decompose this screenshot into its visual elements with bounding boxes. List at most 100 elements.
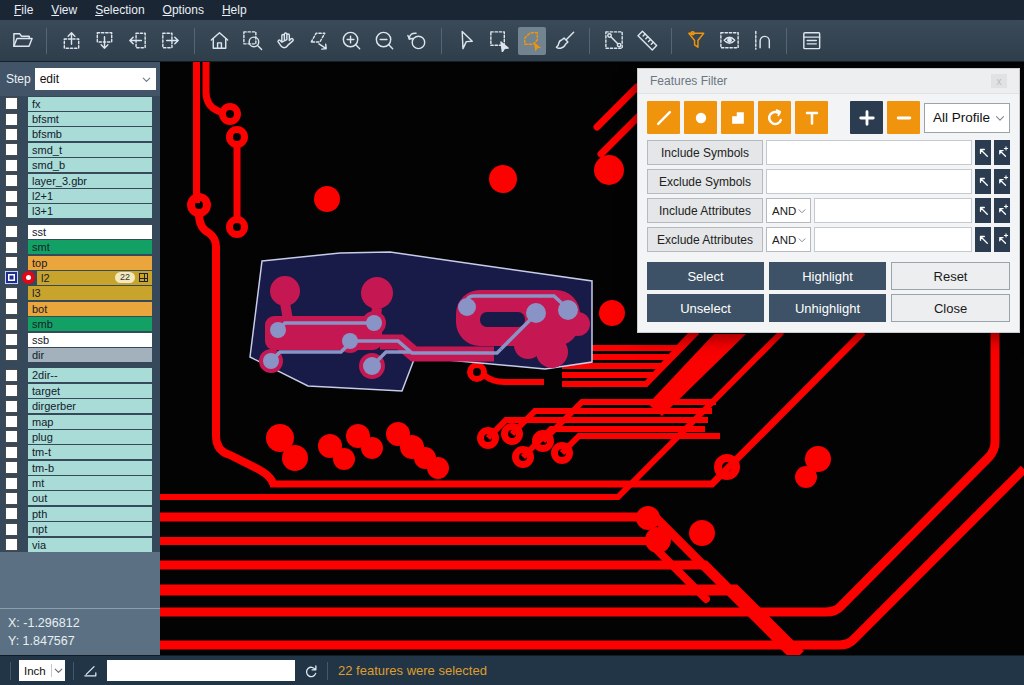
pick-add-from-graphic-button[interactable] <box>994 198 1010 223</box>
layer-row-bot[interactable]: bot <box>0 301 160 316</box>
layer-row-l3+1[interactable]: l3+1 <box>0 204 160 219</box>
filter-input[interactable] <box>766 169 972 194</box>
layer-row-map[interactable]: map <box>0 414 160 429</box>
layer-checkbox[interactable] <box>5 174 18 187</box>
layer-checkbox[interactable] <box>5 333 18 346</box>
layer-row-fx[interactable]: fx <box>0 96 160 111</box>
layer-name[interactable]: bfsmb <box>28 127 152 141</box>
arc-tool-button[interactable] <box>758 101 791 134</box>
layer-checkbox[interactable] <box>5 507 18 520</box>
layer-row-top[interactable]: top <box>0 255 160 270</box>
unhighlight-button[interactable]: Unhighlight <box>769 294 886 322</box>
layer-name[interactable]: l2+1 <box>28 189 152 203</box>
layer-checkbox[interactable] <box>5 241 18 254</box>
layer-row-plug[interactable]: plug <box>0 429 160 444</box>
layer-name[interactable]: l3+1 <box>28 204 152 218</box>
home-button[interactable] <box>205 27 233 55</box>
filter-label-button[interactable]: Include Attributes <box>647 198 763 223</box>
layer-name[interactable]: tm-t <box>28 445 152 459</box>
layer-row-smd_t[interactable]: smd_t <box>0 142 160 157</box>
layer-checkbox[interactable] <box>5 287 18 300</box>
zoom-previous-button[interactable] <box>403 27 431 55</box>
zoom-polygon-button[interactable] <box>304 27 332 55</box>
layer-row-2dir--[interactable]: 2dir-- <box>0 368 160 383</box>
layer-name[interactable]: target <box>28 384 152 398</box>
layer-row-tm-b[interactable]: tm-b <box>0 460 160 475</box>
layer-row-target[interactable]: target <box>0 383 160 398</box>
layer-name[interactable]: out <box>28 491 152 505</box>
layer-name[interactable]: l3 <box>28 286 152 300</box>
layer-name[interactable]: fx <box>28 97 152 111</box>
menu-view[interactable]: View <box>43 1 87 19</box>
layer-row-dirgerber[interactable]: dirgerber <box>0 398 160 413</box>
view-profile-button[interactable] <box>715 27 743 55</box>
layer-name[interactable]: l222 <box>37 271 152 285</box>
zoom-area-button[interactable] <box>238 27 266 55</box>
remove-tool-button[interactable] <box>887 101 920 134</box>
move-right-button[interactable] <box>156 27 184 55</box>
move-down-button[interactable] <box>90 27 118 55</box>
select-polygon-button[interactable] <box>518 27 546 55</box>
layer-checkbox[interactable] <box>5 446 18 459</box>
layer-row-smt[interactable]: smt <box>0 240 160 255</box>
layer-checkbox[interactable] <box>5 113 18 126</box>
menu-options[interactable]: Options <box>155 1 214 19</box>
filter-button[interactable] <box>682 27 710 55</box>
layer-checkbox[interactable] <box>5 538 18 551</box>
layer-checkbox[interactable] <box>5 271 18 284</box>
layer-row-layer_3.gbr[interactable]: layer_3.gbr <box>0 173 160 188</box>
ruler-button[interactable] <box>633 27 661 55</box>
filter-label-button[interactable]: Exclude Attributes <box>647 227 763 252</box>
layer-name[interactable]: smd_b <box>28 158 152 172</box>
layer-name[interactable]: smd_t <box>28 143 152 157</box>
select-rect-button[interactable] <box>485 27 513 55</box>
layer-row-bfsmb[interactable]: bfsmb <box>0 127 160 142</box>
layer-name[interactable]: bfsmt <box>28 112 152 126</box>
layer-row-l3[interactable]: l3 <box>0 286 160 301</box>
layer-checkbox[interactable] <box>5 205 18 218</box>
filter-input[interactable] <box>814 198 972 223</box>
layer-name[interactable]: map <box>28 415 152 429</box>
pick-add-from-graphic-button[interactable] <box>994 140 1010 165</box>
refresh-icon[interactable] <box>303 663 319 679</box>
layer-checkbox[interactable] <box>5 318 18 331</box>
add-tool-button[interactable] <box>850 101 883 134</box>
filter-label-button[interactable]: Include Symbols <box>647 140 763 165</box>
layer-checkbox[interactable] <box>5 492 18 505</box>
layer-checkbox[interactable] <box>5 369 18 382</box>
layer-checkbox[interactable] <box>5 97 18 110</box>
text-tool-button[interactable] <box>795 101 828 134</box>
filter-label-button[interactable]: Exclude Symbols <box>647 169 763 194</box>
dialog-titlebar[interactable]: Features Filter x <box>638 69 1019 94</box>
profile-select[interactable]: All Profile <box>924 103 1010 133</box>
layer-checkbox[interactable] <box>5 143 18 156</box>
pick-add-from-graphic-button[interactable] <box>994 169 1010 194</box>
layer-checkbox[interactable] <box>5 159 18 172</box>
pick-from-graphic-button[interactable] <box>975 140 991 165</box>
layer-checkbox[interactable] <box>5 128 18 141</box>
layer-name[interactable]: via <box>28 538 152 552</box>
layer-name[interactable]: bot <box>28 302 152 316</box>
layer-name[interactable]: layer_3.gbr <box>28 174 152 188</box>
layer-checkbox[interactable] <box>5 477 18 490</box>
command-input[interactable] <box>107 660 295 681</box>
pick-from-graphic-button[interactable] <box>975 169 991 194</box>
layer-row-npt[interactable]: npt <box>0 522 160 537</box>
layer-row-ssb[interactable]: ssb <box>0 332 160 347</box>
clean-button[interactable] <box>551 27 579 55</box>
and-select[interactable]: AND <box>766 227 811 252</box>
snap-button[interactable] <box>748 27 776 55</box>
layer-name[interactable]: smb <box>28 317 152 331</box>
layer-checkbox[interactable] <box>5 384 18 397</box>
layer-row-l2[interactable]: l222 <box>0 270 160 285</box>
close-button[interactable]: Close <box>891 294 1010 322</box>
move-left-button[interactable] <box>123 27 151 55</box>
layer-name[interactable]: plug <box>28 430 152 444</box>
menu-help[interactable]: Help <box>214 1 257 19</box>
select-button[interactable]: Select <box>647 262 764 290</box>
pointer-button[interactable] <box>452 27 480 55</box>
layer-name[interactable]: tm-b <box>28 461 152 475</box>
close-icon[interactable]: x <box>991 74 1007 88</box>
highlight-button[interactable]: Highlight <box>769 262 886 290</box>
layer-name[interactable]: top <box>28 256 152 270</box>
